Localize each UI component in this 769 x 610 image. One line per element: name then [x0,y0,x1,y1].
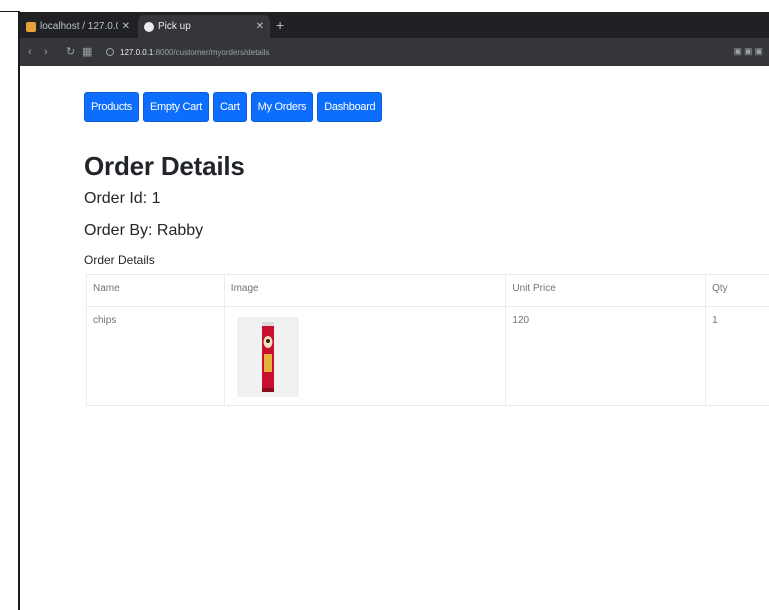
tab-search-icon[interactable]: ▦ [82,45,92,59]
cart-button[interactable]: Cart [213,92,247,122]
tab-pickup[interactable]: Pick up ✕ [138,15,270,38]
table-header-row: Name Image Unit Price Qty [86,274,769,307]
tab-phpmyadmin[interactable]: localhost / 127.0.0.1 / pos ✕ [20,15,136,38]
pringles-can-icon [261,322,274,392]
site-info-icon[interactable] [106,48,114,56]
url-path: :8000/customer/myorders/details [153,47,270,57]
order-items-table: Name Image Unit Price Qty chips 120 1 [86,274,769,406]
header-qty: Qty [705,274,769,307]
browser-toolbar: ‹ › ↻ ▦ 127.0.0.1:8000/customer/myorders… [20,38,769,66]
table-row: chips 120 1 [86,306,769,406]
back-icon[interactable]: ‹ [28,45,32,59]
url-host: 127.0.0.1 [120,47,154,57]
cell-image [223,306,507,406]
tab-favicon-icon [26,21,36,32]
header-image: Image [223,274,507,307]
address-bar[interactable]: 127.0.0.1:8000/customer/myorders/details [100,43,740,61]
extensions-icon[interactable]: ▣▣▣ [733,46,765,57]
tab-favicon-icon [144,21,154,32]
order-id: Order Id: 1 [84,190,161,207]
dashboard-button[interactable]: Dashboard [317,92,383,122]
header-unit-price: Unit Price [505,274,707,307]
products-button[interactable]: Products [84,92,140,122]
cell-unit-price: 120 [505,306,707,406]
empty-cart-button[interactable]: Empty Cart [143,92,210,122]
nav-buttons: Products Empty Cart Cart My Orders Dashb… [84,92,383,122]
order-by: Order By: Rabby [84,222,204,239]
page-title: Order Details [84,151,245,181]
close-icon[interactable]: ✕ [122,21,130,32]
forward-icon[interactable]: › [44,45,48,59]
new-tab-icon[interactable]: + [276,17,284,33]
browser-window: localhost / 127.0.0.1 / pos ✕ Pick up ✕ … [20,12,769,610]
close-icon[interactable]: ✕ [256,21,264,32]
reload-icon[interactable]: ↻ [66,45,75,59]
url-text: 127.0.0.1:8000/customer/myorders/details [120,48,269,57]
page-content: Products Empty Cart Cart My Orders Dashb… [20,66,769,610]
header-name: Name [86,274,225,307]
tab-bar: localhost / 127.0.0.1 / pos ✕ Pick up ✕ … [20,12,769,38]
cell-name: chips [86,306,225,406]
frame-edge [0,11,20,12]
cell-qty: 1 [705,306,769,406]
my-orders-button[interactable]: My Orders [250,92,314,122]
tab-label: Pick up [158,21,191,32]
pringles-can-image [236,317,299,397]
section-title: Order Details [84,253,155,267]
tab-label: localhost / 127.0.0.1 / pos [40,21,118,32]
